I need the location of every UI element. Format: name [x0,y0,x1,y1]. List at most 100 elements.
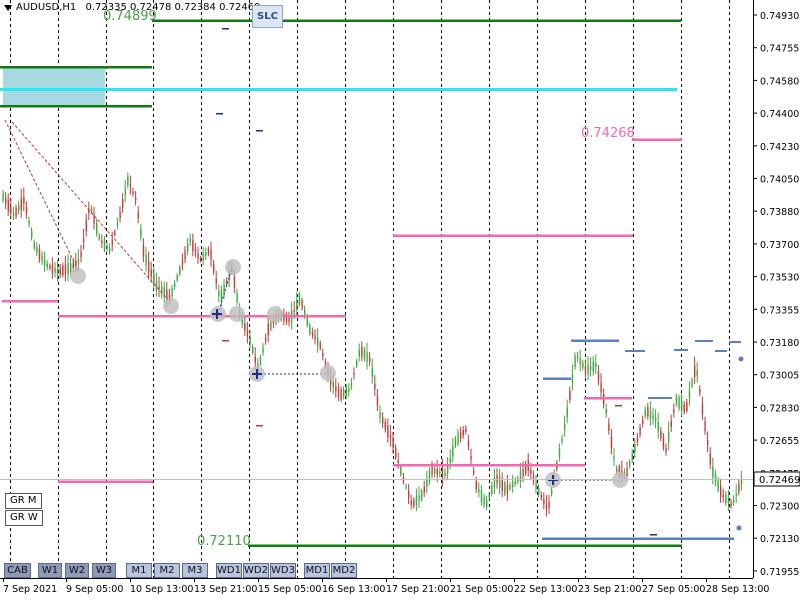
w1-button[interactable]: W1 [38,563,62,578]
candle-body [311,331,314,336]
candle-body [551,489,553,495]
candle-body [174,283,176,287]
candle-body [540,494,542,498]
candle-body [137,212,139,219]
candle-body [613,456,615,460]
candle-body [683,404,685,413]
wd1-button[interactable]: WD1 [216,563,242,578]
candle-body [51,264,54,274]
candle-body [36,246,38,253]
time-tick-label: 21 Sep 05:00 [450,584,513,595]
price-tick-label: 0.74400 [760,109,799,120]
wd2-button[interactable]: WD2 [243,563,269,578]
candle-body [296,299,298,311]
candle-body [616,468,618,473]
candle-body [522,468,524,477]
price-tick-label: 0.74580 [760,76,799,87]
pink-level-2 [393,234,633,237]
candle-body [298,293,301,305]
candle-body [569,390,571,400]
candle-body [696,370,698,377]
time-tick-label: 23 Sep 21:00 [578,584,641,595]
candle-body [657,421,659,432]
m3-button[interactable]: M3 [182,563,208,578]
candle-body [436,469,438,475]
price-tick-label: 0.72130 [760,534,799,545]
green-level-bottom [248,544,682,547]
candle-body [662,436,665,448]
candle-body [202,253,204,261]
candle-body [301,300,303,309]
candle-body [434,468,436,474]
supply-zone [3,67,105,107]
gr-w-button[interactable]: GR W [5,510,43,526]
price-tick-label: 0.74930 [760,11,799,22]
candle-body [561,438,563,442]
wd3-button[interactable]: WD3 [270,563,296,578]
candle-body [639,426,641,436]
candle-body [415,496,418,506]
candle-body [478,489,480,492]
candle-body [12,212,15,216]
w3-button[interactable]: W3 [92,563,116,578]
candle-body [20,198,22,210]
pink-level-1 [632,138,682,141]
candle-body [96,222,98,234]
candle-body [210,250,212,260]
candle-body [267,323,269,336]
candle-body [101,240,103,243]
candle-body [236,292,238,302]
slc-button[interactable]: SLC [252,5,283,28]
candle-body [145,254,147,266]
candle-body [649,411,652,418]
candle-body [675,396,678,404]
cab-button[interactable]: CAB [4,563,31,578]
candle-body [704,421,706,432]
candle-body [233,276,236,288]
candle-body [473,470,475,474]
candle-body [447,465,449,474]
candle-body [337,388,340,397]
w2-button[interactable]: W2 [65,563,89,578]
trendline-2 [11,121,169,301]
price-tick-label: 0.74755 [760,44,799,55]
candle-body [270,322,272,330]
candle-body [44,259,46,266]
candle-body [2,192,4,201]
candle-body [213,264,215,272]
candle-body [720,485,722,498]
candle-body [77,258,80,264]
candle-body [480,490,483,502]
candle-body [83,238,85,242]
candle-body [595,363,597,368]
candle-body [712,466,714,478]
zone-top-line [0,66,152,69]
pink-level-6 [393,464,585,467]
gr-m-button[interactable]: GR M [5,493,42,509]
swing-point [267,306,283,322]
candle-body [49,265,51,269]
candle-body [532,475,535,482]
zone-bottom-line [0,105,152,108]
candle-body [465,428,467,433]
price-tick-label: 0.74050 [760,175,799,186]
candle-body [727,499,730,504]
candle-body [688,391,691,399]
md1-button[interactable]: MD1 [304,563,330,578]
price-tick-label: 0.73700 [760,240,799,251]
candle-body [140,229,142,237]
candle-body [348,389,350,393]
blue-dash-d [625,350,645,352]
md2-button[interactable]: MD2 [331,563,357,578]
candle-body [691,379,693,387]
m1-button[interactable]: M1 [126,563,152,578]
candle-body [153,273,155,286]
marker-e [256,425,263,427]
candle-body [322,353,324,357]
time-tick-label: 28 Sep 13:00 [706,584,769,595]
blue-level-2 [543,377,571,380]
cross-mark [216,309,218,319]
chart-canvas[interactable]: 0.74899 0.74268 0.72110 0.749300.747550.… [0,0,800,600]
blue-dash-c [674,349,688,351]
m2-button[interactable]: M2 [154,563,180,578]
